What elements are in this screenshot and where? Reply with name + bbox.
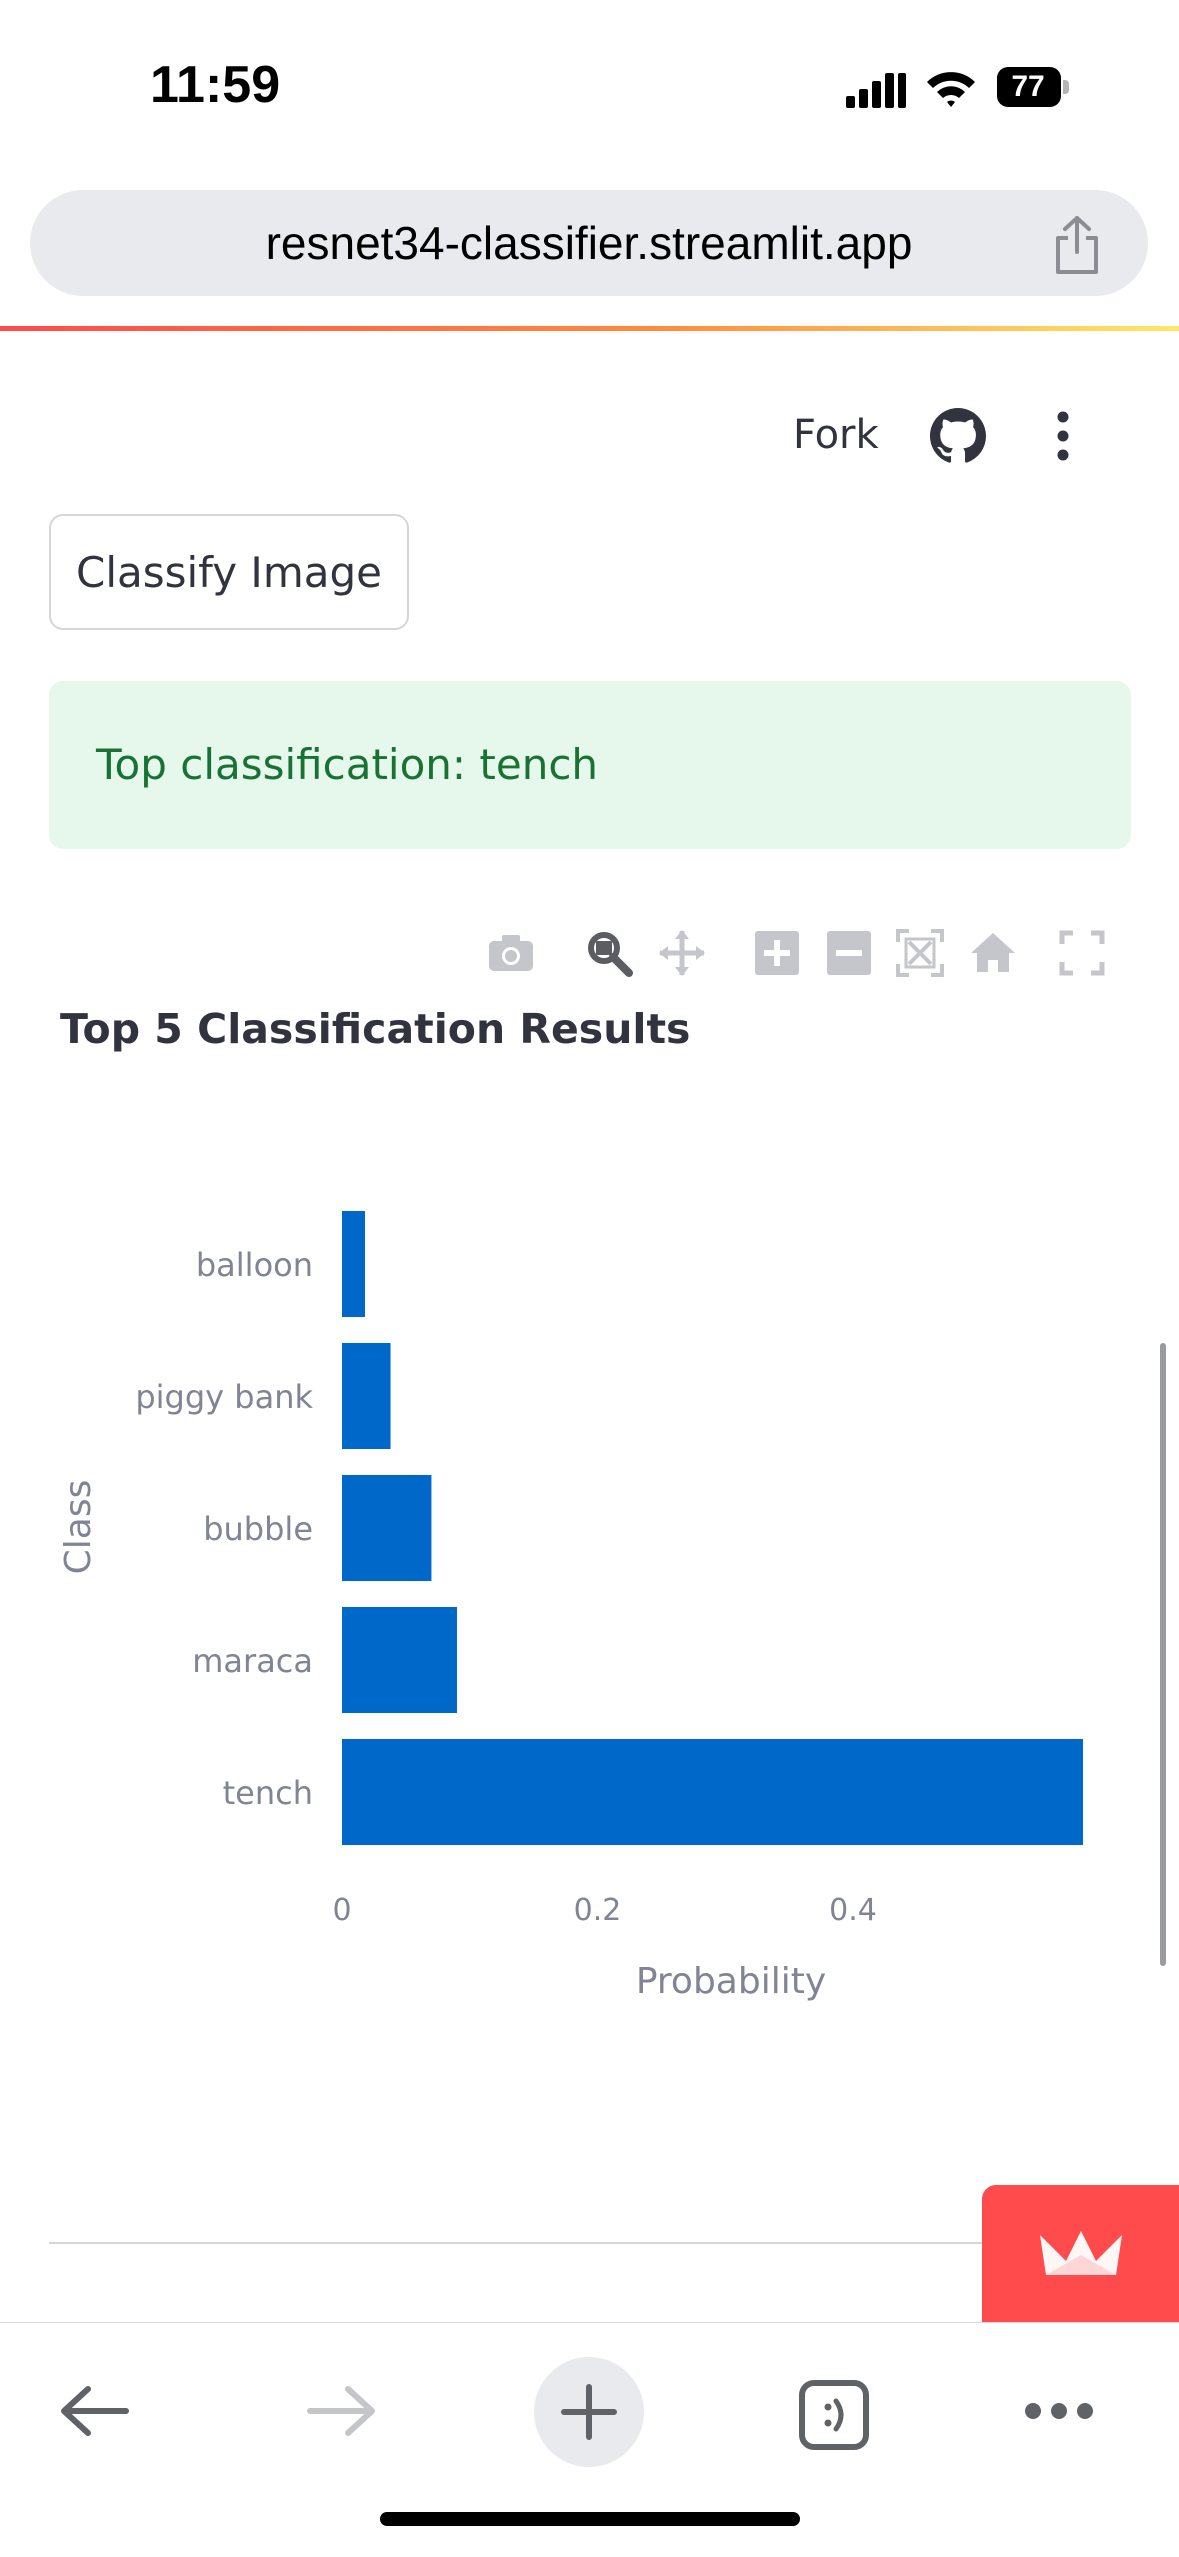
- success-alert: Top classification: tench: [49, 681, 1131, 849]
- y-tick-label: balloon: [196, 1246, 313, 1284]
- x-tick-label: 0.2: [574, 1893, 622, 1928]
- forward-arrow-icon[interactable]: [306, 2383, 378, 2439]
- more-options-icon[interactable]: [1051, 410, 1075, 462]
- bar-piggy-bank[interactable]: [342, 1343, 391, 1449]
- reset-axes-icon[interactable]: [968, 928, 1018, 978]
- fork-link[interactable]: Fork: [793, 412, 879, 458]
- new-tab-button[interactable]: [534, 2357, 644, 2467]
- bar-balloon[interactable]: [342, 1211, 365, 1317]
- bar-tench[interactable]: [342, 1739, 1083, 1845]
- streamlit-badge[interactable]: [982, 2185, 1179, 2322]
- alert-text: Top classification: tench: [96, 740, 599, 789]
- zoom-icon[interactable]: [584, 928, 634, 978]
- plus-icon: [561, 2384, 617, 2440]
- y-tick-label: bubble: [203, 1510, 313, 1548]
- share-icon[interactable]: [1048, 214, 1106, 276]
- wifi-icon: [927, 72, 975, 107]
- tabs-switcher-icon[interactable]: [798, 2379, 870, 2451]
- battery-level: 77: [1011, 70, 1045, 103]
- battery-icon: 77: [997, 67, 1073, 107]
- x-tick-label: 0: [332, 1893, 351, 1928]
- page-load-progress: [0, 326, 1179, 331]
- bar-bubble[interactable]: [342, 1475, 432, 1581]
- zoom-in-icon[interactable]: [752, 928, 802, 978]
- zoom-out-icon[interactable]: [824, 928, 874, 978]
- chart-title: Top 5 Classification Results: [60, 1005, 691, 1053]
- y-tick-label: tench: [223, 1774, 313, 1812]
- status-time: 11:59: [150, 56, 281, 114]
- address-bar[interactable]: resnet34-classifier.streamlit.app: [30, 190, 1148, 296]
- divider: [49, 2242, 1009, 2244]
- bar-chart[interactable]: tench maraca bubble piggy bank balloon 0 0.2 0…: [0, 1050, 1140, 2030]
- y-tick-label: maraca: [192, 1642, 313, 1680]
- bar-maraca[interactable]: [342, 1607, 457, 1713]
- pan-icon[interactable]: [657, 928, 707, 978]
- autoscale-icon[interactable]: [895, 928, 945, 978]
- y-tick-label: piggy bank: [135, 1378, 313, 1416]
- x-axis-title: Probability: [636, 1961, 826, 2002]
- github-icon[interactable]: [930, 408, 986, 464]
- streamlit-logo-icon: [1040, 2231, 1122, 2275]
- cellular-signal-icon: [846, 73, 906, 108]
- y-axis-title: Class: [58, 1480, 99, 1575]
- url-text[interactable]: resnet34-classifier.streamlit.app: [30, 190, 1148, 296]
- home-indicator: [380, 2512, 800, 2526]
- fullscreen-icon[interactable]: [1057, 928, 1107, 978]
- camera-icon[interactable]: [486, 928, 536, 978]
- x-tick-label: 0.4: [829, 1893, 877, 1928]
- more-menu-icon[interactable]: [1024, 2401, 1094, 2421]
- scrollbar-thumb[interactable]: [1160, 1343, 1166, 1966]
- classify-image-button[interactable]: Classify Image: [49, 514, 409, 630]
- back-arrow-icon[interactable]: [58, 2383, 130, 2439]
